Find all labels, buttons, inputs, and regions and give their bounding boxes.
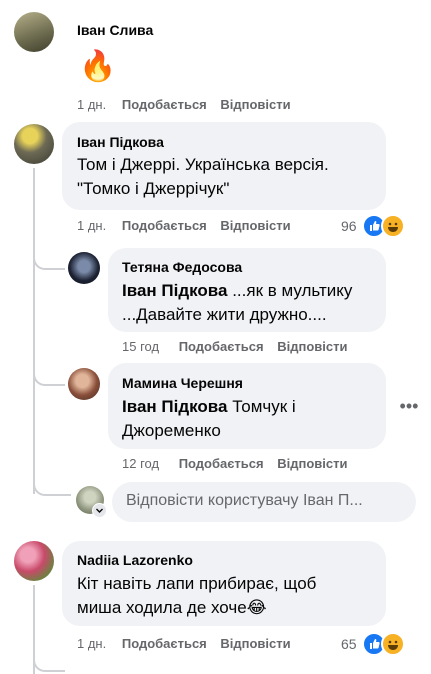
reaction-count[interactable]: 96 [341,218,357,234]
comment-time[interactable]: 1 дн. [77,636,106,651]
reply-meta: 15 год Подобається Відповісти [122,339,347,354]
reply-connector [33,360,65,386]
reply-button[interactable]: Відповісти [220,218,290,233]
avatar-nadiia-lazorenko[interactable] [14,541,54,581]
chevron-down-icon[interactable] [92,503,107,518]
reply-connector [33,248,65,270]
reply-time[interactable]: 12 год [122,456,159,471]
reply-text-line-1: Іван Підкова Томчук і [122,395,296,418]
reply-text: Томчук і [227,397,296,416]
reply-text-line-2: ...Давайте жити дружно.... [122,305,327,324]
avatar-tetiana-fedosova[interactable] [68,252,100,284]
comment-time[interactable]: 1 дн. [77,97,106,112]
haha-reaction-icon [381,214,405,238]
comment-text-line-2: миша ходила де хоче😂 [77,598,267,617]
like-button[interactable]: Подобається [122,97,207,112]
reply-text-line-1: Іван Підкова ...як в мультику [122,279,352,302]
comment-text-line-1: Кіт навіть лапи прибирає, щоб [77,574,317,593]
thread-line [33,168,35,494]
avatar-mamyna-chereshnia[interactable] [68,368,100,400]
more-options-icon[interactable]: ••• [398,397,420,415]
comment-author[interactable]: Іван Слива [77,22,153,38]
comment-text-line-1: Том і Джеррі. Українська версія. [77,155,329,174]
avatar-ivan-slyva[interactable] [14,12,54,52]
comment-author[interactable]: Іван Підкова [77,134,164,150]
mention-link[interactable]: Іван Підкова [122,397,227,416]
reply-connector [33,476,71,496]
haha-reaction-icon [381,632,405,656]
reply-button[interactable]: Відповісти [277,456,347,471]
like-button[interactable]: Подобається [122,218,207,233]
comment-author[interactable]: Nadiia Lazorenko [77,552,193,568]
reply-connector [33,656,65,672]
like-button[interactable]: Подобається [179,456,264,471]
like-button[interactable]: Подобається [179,339,264,354]
reply-button[interactable]: Відповісти [220,97,290,112]
reply-input[interactable]: Відповісти користувачу Іван П... [112,482,416,522]
comment-text-line-2: "Томко і Джеррічук" [77,179,230,198]
comment-meta: 1 дн. Подобається Відповісти [77,97,291,112]
mention-link[interactable]: Іван Підкова [122,281,227,300]
reply-input-placeholder: Відповісти користувачу Іван П... [126,492,363,509]
reply-time[interactable]: 15 год [122,339,159,354]
reply-author[interactable]: Мамина Черешня [122,375,243,391]
reply-text-line-2: Джоременко [122,421,221,440]
fire-emoji: 🔥 [79,50,117,83]
reply-button[interactable]: Відповісти [220,636,290,651]
reaction-count[interactable]: 65 [341,636,357,652]
comment-meta: 1 дн. Подобається Відповісти [77,636,291,651]
like-button[interactable]: Подобається [122,636,207,651]
reply-author[interactable]: Тетяна Федосова [122,259,242,275]
avatar-ivan-pidkova[interactable] [14,124,54,164]
reply-text: ...як в мультику [227,281,353,300]
reply-meta: 12 год Подобається Відповісти [122,456,347,471]
comment-meta: 1 дн. Подобається Відповісти [77,218,291,233]
comment-time[interactable]: 1 дн. [77,218,106,233]
reply-button[interactable]: Відповісти [277,339,347,354]
